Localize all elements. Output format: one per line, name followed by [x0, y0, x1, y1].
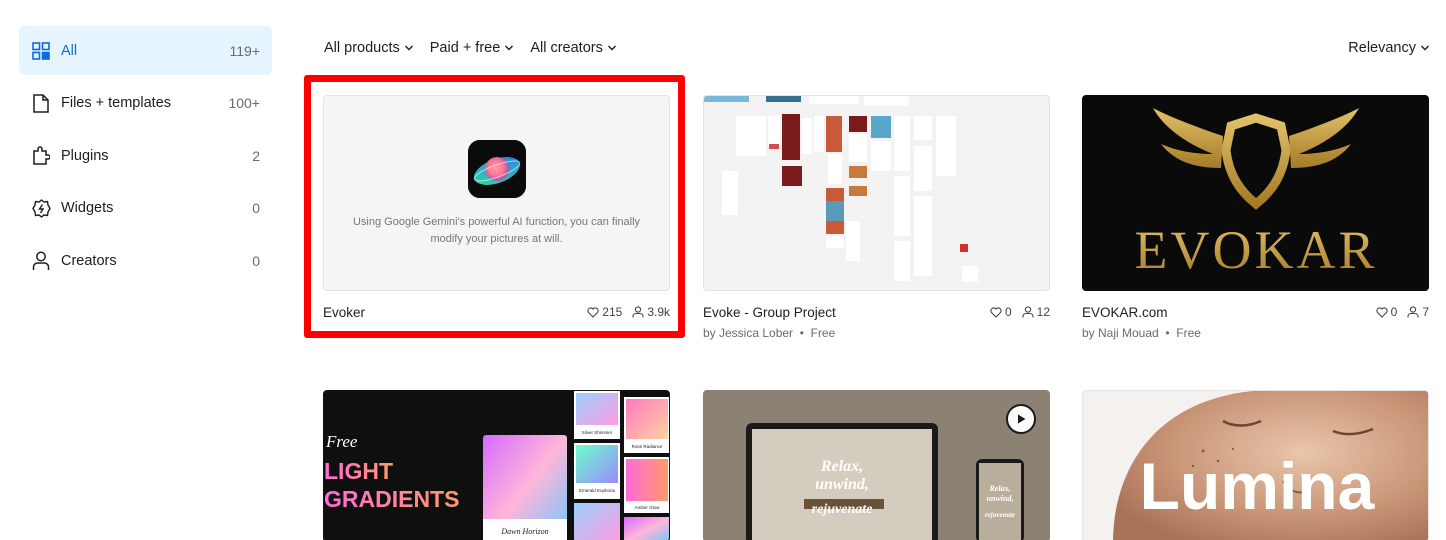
- card-stats: 215 3.9k: [587, 305, 670, 319]
- evokar-logo-text: EVOKAR: [1135, 220, 1378, 280]
- sidebar-item-all[interactable]: All 119+: [19, 26, 272, 75]
- sidebar-item-count: 0: [252, 200, 260, 216]
- card-thumbnail[interactable]: Free LIGHT GRADIENTS Dawn Horizon Silver…: [323, 390, 670, 540]
- price-filter-label: Paid + free: [429, 40, 501, 56]
- card-meta: by Jessica Lober • Free: [703, 326, 1050, 340]
- chevron-down-icon: [404, 45, 413, 51]
- evoker-app-icon: [467, 140, 526, 198]
- heart-icon: [1376, 306, 1388, 318]
- products-filter-label: All products: [324, 40, 400, 56]
- users-count: 7: [1422, 305, 1429, 319]
- card-stats: 0 7: [1376, 305, 1429, 319]
- thumb-text-relax: Relax,: [820, 458, 863, 475]
- thumb-text-free: Free: [325, 432, 358, 451]
- product-card-light-gradients[interactable]: Free LIGHT GRADIENTS Dawn Horizon Silver…: [323, 390, 670, 540]
- product-card-evoker[interactable]: Using Google Gemini's powerful AI functi…: [323, 95, 670, 320]
- swatch-label: Rose Radiance: [632, 444, 663, 449]
- play-video-button[interactable]: [1006, 404, 1036, 434]
- evokar-logo-image: EVOKAR: [1083, 96, 1428, 290]
- thumb-text-unwind: unwind,: [815, 476, 869, 493]
- card-stats: 0 12: [990, 305, 1050, 319]
- chevron-down-icon: [1421, 45, 1429, 51]
- spa-website-preview-image: Relax, unwind, rejuvenate Relax, unwind,…: [704, 391, 1049, 540]
- swatch-label: Emerald Euphoria: [579, 488, 616, 493]
- chevron-down-icon: [607, 45, 616, 51]
- sidebar-item-count: 119+: [229, 42, 261, 59]
- thumb-text-unwind-mobile: unwind,: [987, 494, 1014, 503]
- card-description: Using Google Gemini's powerful AI functi…: [352, 216, 641, 245]
- likes-count: 0: [1390, 305, 1398, 319]
- card-thumbnail[interactable]: Using Google Gemini's powerful AI functi…: [323, 95, 670, 291]
- card-thumbnail[interactable]: [703, 95, 1050, 291]
- swatch-label: Amber Glow: [635, 505, 661, 510]
- meta-separator: •: [796, 326, 808, 340]
- product-card-evokar[interactable]: EVOKAR EVOKAR.com 0 7 by Naji Mouad • Fr…: [1082, 95, 1429, 340]
- thumb-text-rejuvenate: rejuvenate: [812, 502, 873, 517]
- product-card-evoke-group-project[interactable]: Evoke - Group Project 0 12 by Jessica Lo…: [703, 95, 1050, 340]
- sidebar-item-widgets[interactable]: Widgets 0: [19, 184, 272, 233]
- sidebar-item-label: Widgets: [61, 200, 114, 216]
- grid-icon: [31, 41, 51, 61]
- card-thumbnail[interactable]: EVOKAR: [1082, 95, 1429, 291]
- sidebar-item-count: 0: [252, 252, 260, 269]
- sidebar-item-plugins[interactable]: Plugins 2: [19, 131, 272, 180]
- user-icon: [1022, 306, 1034, 318]
- card-price: Free: [1176, 326, 1201, 340]
- products-filter-dropdown[interactable]: All products: [324, 40, 414, 56]
- sidebar-item-label: Creators: [61, 252, 117, 269]
- card-meta: by Naji Mouad • Free: [1082, 326, 1429, 340]
- swatch-label: Silver Shimmer: [582, 430, 613, 435]
- lumina-preview-image: Lumina: [1083, 391, 1428, 540]
- users-count: 3.9k: [647, 305, 670, 319]
- file-icon: [31, 93, 51, 113]
- sort-dropdown[interactable]: Relevancy: [1348, 40, 1430, 56]
- widget-icon: [31, 198, 51, 218]
- sidebar-item-creators[interactable]: Creators 0: [19, 236, 272, 285]
- creators-filter-label: All creators: [530, 40, 603, 56]
- sidebar-item-count: 100+: [228, 95, 260, 111]
- users-count: 12: [1036, 305, 1050, 319]
- sidebar-item-label: Plugins: [61, 147, 109, 164]
- plugin-icon: [31, 146, 51, 166]
- likes-count: 215: [602, 305, 623, 319]
- sidebar-item-files-templates[interactable]: Files + templates 100+: [19, 79, 272, 128]
- thumb-text-gradients: GRADIENTS: [324, 486, 459, 512]
- card-author[interactable]: by Naji Mouad: [1082, 326, 1159, 340]
- card-title[interactable]: Evoker: [323, 305, 365, 320]
- sidebar-item-label: Files + templates: [61, 95, 172, 111]
- thumb-text-light: LIGHT: [324, 458, 393, 484]
- product-card-spa-website[interactable]: Relax, unwind, rejuvenate Relax, unwind,…: [703, 390, 1050, 540]
- card-author[interactable]: by Jessica Lober: [703, 326, 793, 340]
- card-title[interactable]: EVOKAR.com: [1082, 305, 1168, 320]
- person-icon: [31, 251, 51, 271]
- light-gradients-preview-image: Free LIGHT GRADIENTS Dawn Horizon Silver…: [324, 391, 669, 540]
- user-icon: [632, 306, 644, 318]
- likes-count: 0: [1004, 305, 1012, 319]
- card-thumbnail[interactable]: Lumina: [1082, 390, 1429, 540]
- filter-bar: All products Paid + free All creators: [324, 40, 617, 56]
- user-icon: [1407, 306, 1419, 318]
- chevron-down-icon: [505, 45, 514, 51]
- sidebar-item-count: 2: [252, 147, 260, 164]
- creators-filter-dropdown[interactable]: All creators: [530, 40, 617, 56]
- thumb-text-relax-mobile: Relax,: [988, 484, 1010, 493]
- card-title[interactable]: Evoke - Group Project: [703, 305, 836, 320]
- price-filter-dropdown[interactable]: Paid + free: [430, 40, 515, 56]
- sidebar-item-label: All: [61, 42, 78, 59]
- play-icon: [1018, 414, 1026, 424]
- card-price: Free: [810, 326, 836, 340]
- product-card-lumina[interactable]: Lumina: [1082, 390, 1429, 540]
- card-thumbnail[interactable]: Relax, unwind, rejuvenate Relax, unwind,…: [703, 390, 1050, 540]
- heart-icon: [990, 306, 1002, 318]
- meta-separator: •: [1162, 326, 1173, 340]
- sidebar: All 119+ Files + templates 100+ Plugins …: [19, 26, 272, 289]
- lumina-logo-text: Lumina: [1140, 449, 1376, 523]
- thumb-text-rejuvenate-mobile: rejuvenate: [985, 511, 1015, 519]
- swatch-label: Dawn Horizon: [500, 527, 548, 536]
- sort-label: Relevancy: [1348, 40, 1416, 56]
- heart-icon: [587, 306, 599, 318]
- canvas-preview-image: [704, 96, 1049, 290]
